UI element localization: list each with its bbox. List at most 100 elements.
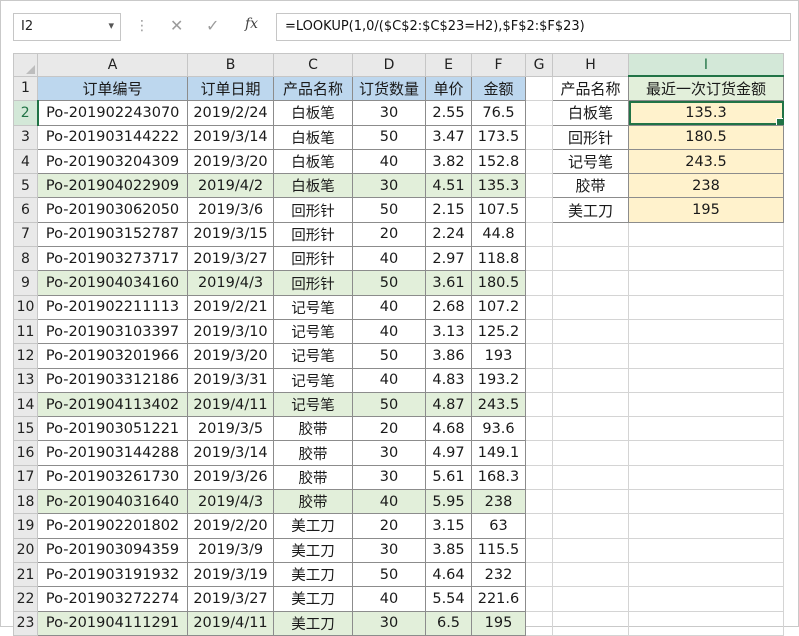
- order-id-cell[interactable]: Po-201903103397: [37, 318, 188, 345]
- column-header-b[interactable]: B: [187, 53, 274, 77]
- empty-cell[interactable]: [525, 148, 553, 175]
- order-date-cell[interactable]: 2019/3/10: [187, 318, 274, 345]
- order-product-cell[interactable]: 白板笔: [273, 100, 353, 126]
- empty-cell[interactable]: [525, 367, 553, 393]
- column-header-g[interactable]: G: [525, 53, 553, 77]
- summary-header-cell[interactable]: 产品名称: [552, 75, 629, 102]
- empty-cell[interactable]: [552, 221, 629, 248]
- empty-cell[interactable]: [525, 586, 553, 612]
- order-amount-cell[interactable]: 193.2: [471, 367, 526, 393]
- order-id-cell[interactable]: Po-201904113402: [37, 391, 188, 418]
- column-header-d[interactable]: D: [352, 53, 426, 77]
- empty-cell[interactable]: [628, 537, 784, 563]
- order-qty-cell[interactable]: 40: [352, 246, 426, 272]
- order-price-cell[interactable]: 2.68: [425, 294, 472, 320]
- order-qty-cell[interactable]: 50: [352, 270, 426, 296]
- order-date-cell[interactable]: 2019/3/9: [187, 537, 274, 563]
- order-id-cell[interactable]: Po-201903191932: [37, 561, 188, 588]
- empty-cell[interactable]: [552, 246, 629, 272]
- order-id-cell[interactable]: Po-201902211113: [37, 294, 188, 320]
- order-product-cell[interactable]: 记号笔: [273, 318, 353, 345]
- order-product-cell[interactable]: 回形针: [273, 246, 353, 272]
- order-id-cell[interactable]: Po-201903312186: [37, 367, 188, 393]
- empty-cell[interactable]: [552, 318, 629, 345]
- empty-cell[interactable]: [628, 440, 784, 466]
- empty-cell[interactable]: [525, 221, 553, 248]
- column-header-f[interactable]: F: [471, 53, 526, 77]
- empty-cell[interactable]: [628, 294, 784, 320]
- order-amount-cell[interactable]: 152.8: [471, 148, 526, 175]
- order-product-cell[interactable]: 胶带: [273, 464, 353, 491]
- order-price-cell[interactable]: 5.54: [425, 586, 472, 612]
- order-qty-cell[interactable]: 20: [352, 221, 426, 248]
- empty-cell[interactable]: [552, 561, 629, 588]
- order-id-cell[interactable]: Po-201903152787: [37, 221, 188, 248]
- order-qty-cell[interactable]: 30: [352, 464, 426, 491]
- order-id-cell[interactable]: Po-201903272274: [37, 586, 188, 612]
- empty-cell[interactable]: [525, 124, 553, 150]
- row-header[interactable]: 14: [13, 391, 38, 418]
- empty-cell[interactable]: [525, 246, 553, 272]
- order-price-cell[interactable]: 5.95: [425, 489, 472, 515]
- empty-cell[interactable]: [628, 561, 784, 588]
- order-amount-cell[interactable]: 149.1: [471, 440, 526, 466]
- order-date-cell[interactable]: 2019/2/24: [187, 100, 274, 126]
- order-amount-cell[interactable]: 173.5: [471, 124, 526, 150]
- order-qty-cell[interactable]: 40: [352, 367, 426, 393]
- row-header[interactable]: 7: [13, 221, 38, 248]
- order-price-cell[interactable]: 5.61: [425, 464, 472, 491]
- row-header[interactable]: 21: [13, 561, 38, 588]
- order-date-cell[interactable]: 2019/3/5: [187, 416, 274, 442]
- row-header[interactable]: 11: [13, 318, 38, 345]
- order-date-cell[interactable]: 2019/4/3: [187, 270, 274, 296]
- table-header-cell[interactable]: 金额: [471, 75, 526, 102]
- empty-cell[interactable]: [628, 464, 784, 491]
- row-header[interactable]: 19: [13, 513, 38, 539]
- order-date-cell[interactable]: 2019/4/3: [187, 489, 274, 515]
- order-amount-cell[interactable]: 238: [471, 489, 526, 515]
- order-id-cell[interactable]: Po-201903144288: [37, 440, 188, 466]
- order-amount-cell[interactable]: 168.3: [471, 464, 526, 491]
- empty-cell[interactable]: [525, 100, 553, 126]
- order-id-cell[interactable]: Po-201904034160: [37, 270, 188, 296]
- order-date-cell[interactable]: 2019/3/14: [187, 124, 274, 150]
- row-header[interactable]: 23: [13, 610, 38, 636]
- row-header[interactable]: 1: [13, 75, 38, 102]
- cancel-icon[interactable]: ✕: [170, 16, 183, 35]
- order-price-cell[interactable]: 4.83: [425, 367, 472, 393]
- order-qty-cell[interactable]: 50: [352, 391, 426, 418]
- order-id-cell[interactable]: Po-201903144222: [37, 124, 188, 150]
- empty-cell[interactable]: [525, 513, 553, 539]
- order-date-cell[interactable]: 2019/3/31: [187, 367, 274, 393]
- order-product-cell[interactable]: 记号笔: [273, 343, 353, 369]
- row-header[interactable]: 10: [13, 294, 38, 320]
- order-id-cell[interactable]: Po-201903051221: [37, 416, 188, 442]
- summary-value-cell[interactable]: 243.5: [628, 148, 784, 175]
- order-amount-cell[interactable]: 107.2: [471, 294, 526, 320]
- row-header[interactable]: 22: [13, 586, 38, 612]
- empty-cell[interactable]: [525, 561, 553, 588]
- empty-cell[interactable]: [628, 221, 784, 248]
- summary-value-cell[interactable]: 195: [628, 197, 784, 223]
- order-amount-cell[interactable]: 195: [471, 610, 526, 636]
- order-date-cell[interactable]: 2019/4/11: [187, 610, 274, 636]
- column-header-i[interactable]: I: [628, 53, 784, 77]
- row-header[interactable]: 4: [13, 148, 38, 175]
- order-price-cell[interactable]: 2.55: [425, 100, 472, 126]
- empty-cell[interactable]: [525, 440, 553, 466]
- order-date-cell[interactable]: 2019/3/19: [187, 561, 274, 588]
- order-qty-cell[interactable]: 40: [352, 586, 426, 612]
- order-qty-cell[interactable]: 40: [352, 318, 426, 345]
- empty-cell[interactable]: [628, 270, 784, 296]
- order-amount-cell[interactable]: 107.5: [471, 197, 526, 223]
- empty-cell[interactable]: [628, 318, 784, 345]
- order-amount-cell[interactable]: 93.6: [471, 416, 526, 442]
- order-price-cell[interactable]: 3.61: [425, 270, 472, 296]
- table-header-cell[interactable]: 订货数量: [352, 75, 426, 102]
- empty-cell[interactable]: [552, 270, 629, 296]
- empty-cell[interactable]: [525, 489, 553, 515]
- order-price-cell[interactable]: 4.87: [425, 391, 472, 418]
- summary-header-cell[interactable]: 最近一次订货金额: [628, 75, 784, 102]
- empty-cell[interactable]: [628, 367, 784, 393]
- row-header[interactable]: 16: [13, 440, 38, 466]
